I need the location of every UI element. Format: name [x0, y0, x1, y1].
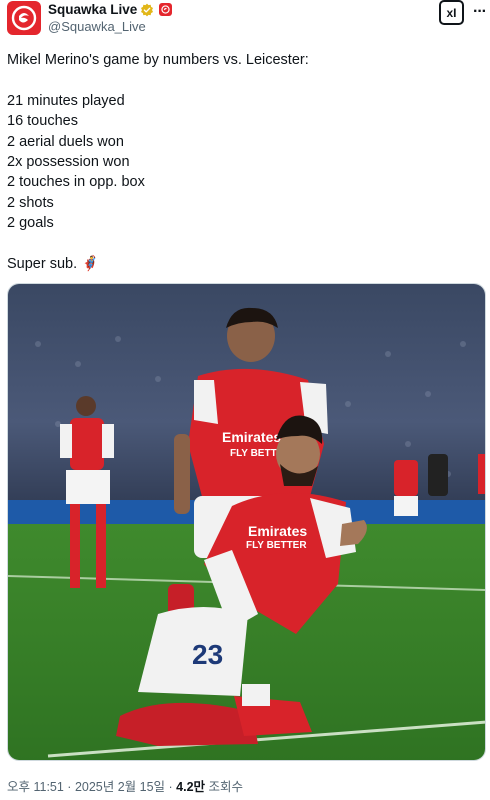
author-name-row: Squawka Live: [48, 2, 173, 17]
svg-text:Emirates: Emirates: [222, 429, 281, 445]
tweet-line: 2 aerial duels won: [7, 133, 124, 150]
tweet-line: Mikel Merino's game by numbers vs. Leice…: [7, 52, 309, 68]
svg-text:Emirates: Emirates: [248, 523, 307, 539]
tweet-line: Super sub. 🦸‍♂️: [7, 255, 100, 272]
tweet-text: Mikel Merino's game by numbers vs. Leice…: [7, 50, 483, 274]
tweet-meta: 오후 11:51 · 2025년 2월 15일 · 4.2만 조회수: [7, 776, 243, 795]
verified-badge-icon: [141, 3, 154, 16]
tweet-line: 2 shots: [7, 194, 54, 211]
tweet-date[interactable]: 2025년 2월 15일: [75, 780, 165, 794]
svg-text:23: 23: [192, 639, 223, 670]
author-handle[interactable]: @Squawka_Live: [48, 19, 146, 34]
tweet-header: Squawka Live @Squawka_Live xI ···: [7, 0, 487, 40]
tweet-line: 2x possession won: [7, 153, 130, 170]
grok-icon[interactable]: xI: [439, 0, 464, 25]
tweet-line: 21 minutes played: [7, 92, 125, 109]
meta-separator: ·: [63, 780, 75, 794]
affiliate-badge-icon[interactable]: [159, 3, 173, 16]
meta-separator: ·: [165, 780, 177, 794]
views-label: 조회수: [205, 780, 244, 794]
tweet-line: [7, 70, 483, 90]
football-celebration-image: Emirates FLY BETTER Emirates FLY BETTER …: [8, 284, 485, 760]
avatar[interactable]: [7, 1, 41, 35]
tweet-line: 2 goals: [7, 215, 54, 232]
author-display-name[interactable]: Squawka Live: [48, 2, 137, 17]
tweet-time[interactable]: 오후 11:51: [7, 780, 64, 794]
views-count: 4.2만: [176, 780, 206, 794]
tweet-line: 16 touches: [7, 113, 78, 130]
squawka-logo-icon: [11, 5, 37, 31]
tweet-line: [7, 234, 483, 254]
tweet-line: 2 touches in opp. box: [7, 174, 145, 191]
svg-text:FLY BETTER: FLY BETTER: [246, 540, 307, 551]
more-options-icon[interactable]: ···: [473, 3, 487, 21]
tweet-photo[interactable]: Emirates FLY BETTER Emirates FLY BETTER …: [7, 283, 486, 761]
